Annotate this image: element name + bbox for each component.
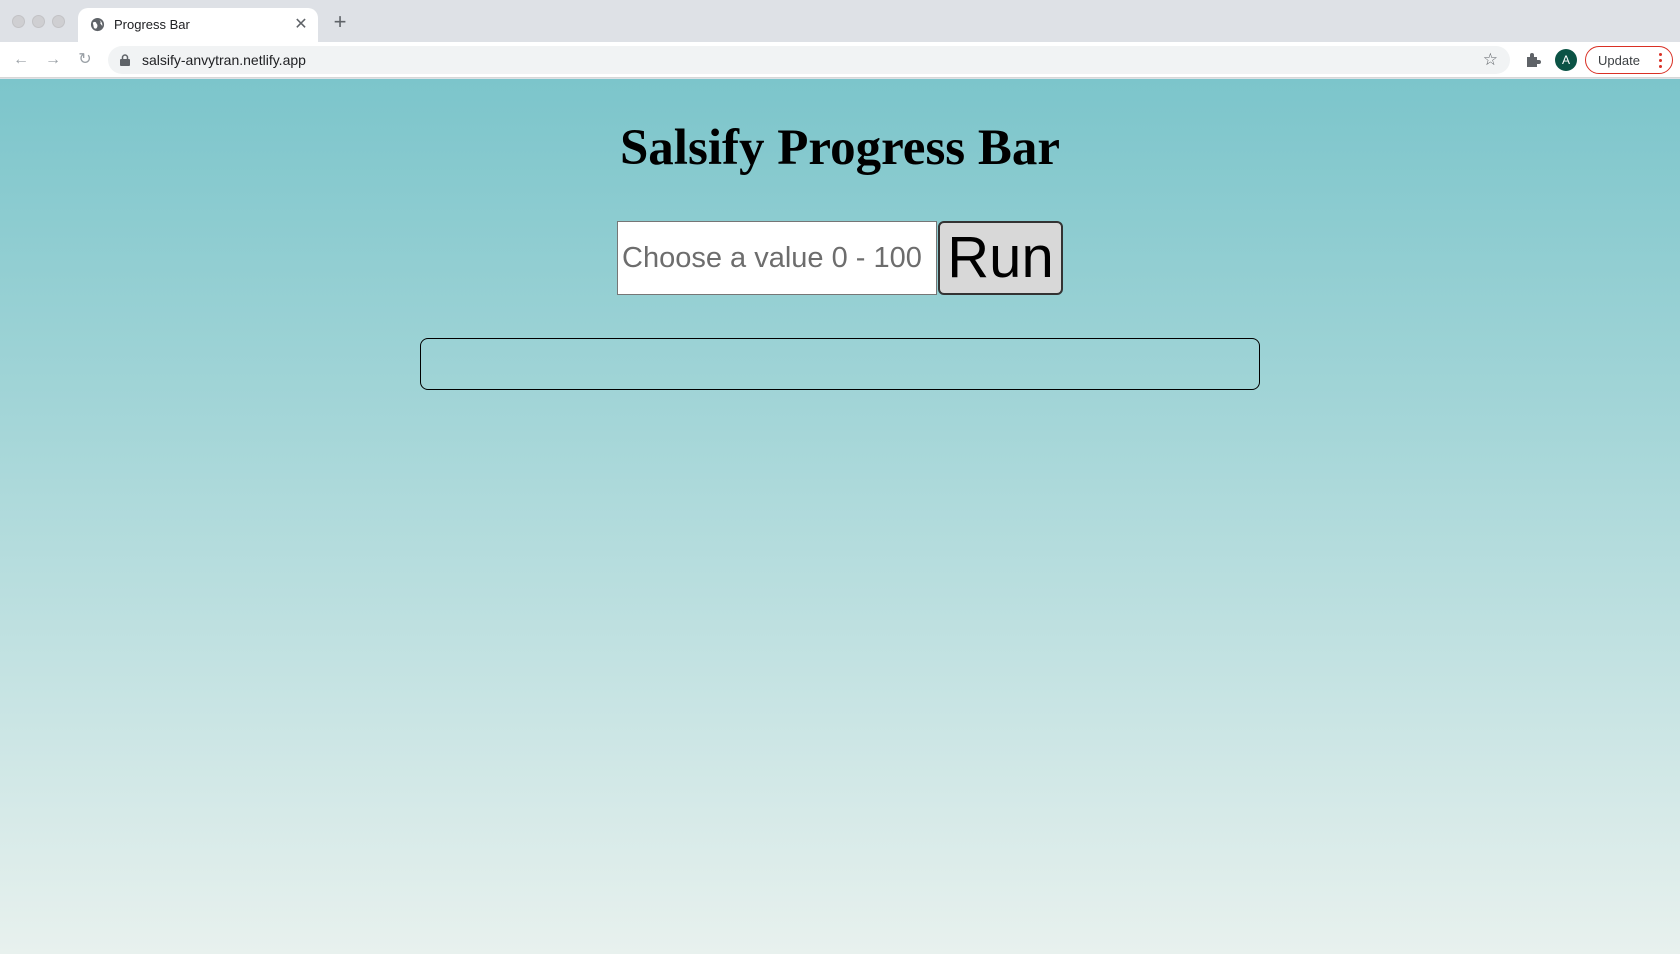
window-maximize-dot[interactable] [52, 15, 65, 28]
tab-strip: Progress Bar ✕ + [0, 0, 1680, 42]
window-minimize-dot[interactable] [32, 15, 45, 28]
back-icon[interactable]: ← [11, 50, 31, 70]
forward-icon[interactable]: → [43, 50, 63, 70]
value-input[interactable] [617, 221, 937, 295]
url-text[interactable]: salsify-anvytran.netlify.app [142, 52, 306, 68]
update-button[interactable]: Update [1585, 46, 1673, 74]
progress-bar [420, 338, 1260, 390]
more-menu-icon[interactable] [1659, 53, 1663, 69]
browser-toolbar: ← → ↻ salsify-anvytran.netlify.app ☆ A U… [0, 42, 1680, 78]
address-bar[interactable]: salsify-anvytran.netlify.app ☆ [108, 46, 1510, 74]
lock-icon [120, 54, 130, 66]
update-label: Update [1598, 53, 1640, 68]
page-title: Salsify Progress Bar [619, 120, 1061, 176]
new-tab-icon[interactable]: + [330, 11, 350, 33]
extensions-puzzle-icon[interactable] [1524, 51, 1542, 69]
close-tab-icon[interactable]: ✕ [292, 16, 310, 34]
globe-icon [90, 17, 105, 32]
browser-tab[interactable]: Progress Bar ✕ [78, 8, 318, 42]
page-body: Salsify Progress Bar Run [0, 79, 1680, 954]
tab-title: Progress Bar [114, 17, 190, 32]
bookmark-star-icon[interactable]: ☆ [1483, 51, 1498, 69]
reload-icon[interactable]: ↻ [75, 50, 95, 70]
run-button[interactable]: Run [938, 221, 1063, 295]
window-close-dot[interactable] [12, 15, 25, 28]
profile-avatar[interactable]: A [1555, 49, 1577, 71]
